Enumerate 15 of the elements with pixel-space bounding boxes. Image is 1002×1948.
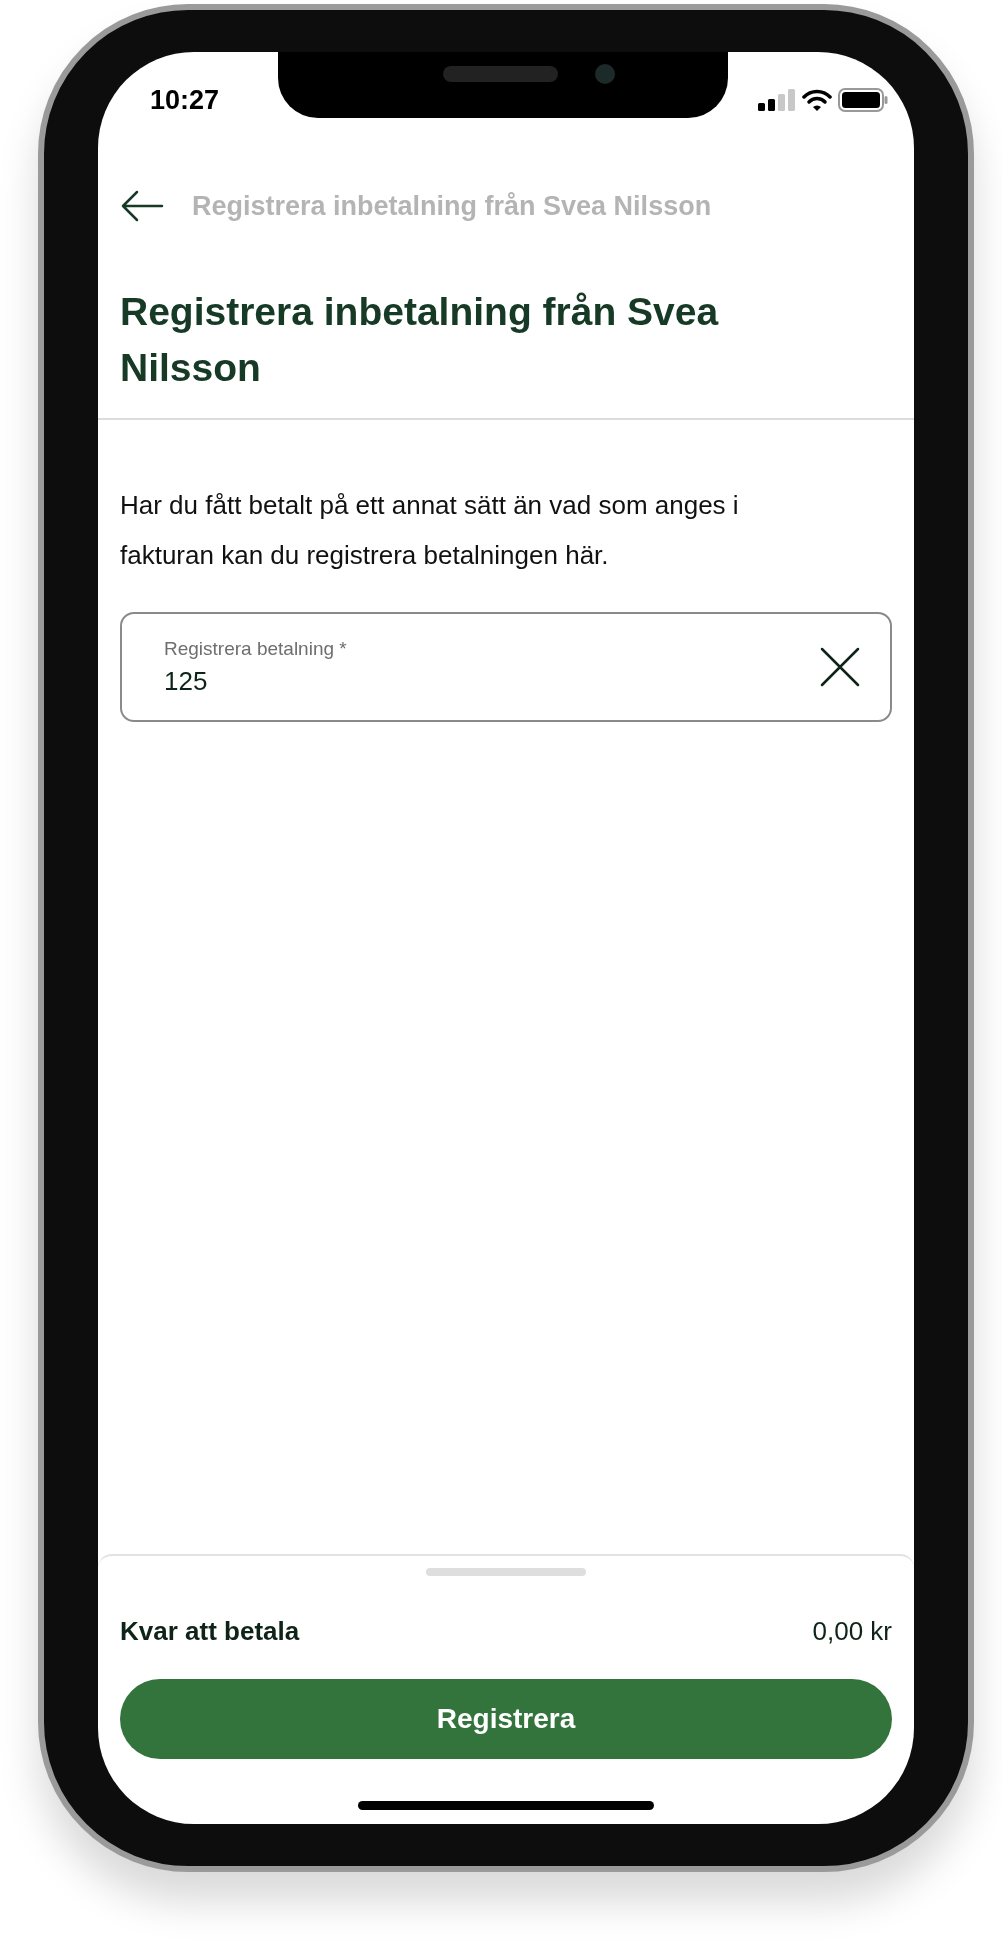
nav-title: Registrera inbetalning från Svea Nilsson — [192, 190, 712, 222]
back-arrow-icon[interactable] — [120, 190, 164, 222]
register-button[interactable]: Registrera — [120, 1679, 892, 1759]
remaining-label: Kvar att betala — [120, 1616, 300, 1647]
remaining-amount: 0,00 kr — [812, 1616, 892, 1647]
description-text: Har du fått betalt på ett annat sätt än vad som anges i fakturan kan du registrera betalningen här. — [119, 489, 740, 572]
battery-icon — [838, 88, 888, 112]
wifi-icon — [802, 89, 832, 111]
payment-input-field[interactable]: Registrera betalning * 125 — [120, 612, 892, 722]
field-value[interactable]: 125 — [164, 665, 364, 697]
sheet-handle[interactable] — [426, 1568, 586, 1576]
signal-icon — [758, 89, 796, 111]
field-label: Registrera betalning * — [164, 637, 348, 660]
status-time: 10:27 — [150, 84, 220, 116]
page-title: Registrera inbetalning från Svea Nilsson — [98, 262, 914, 420]
